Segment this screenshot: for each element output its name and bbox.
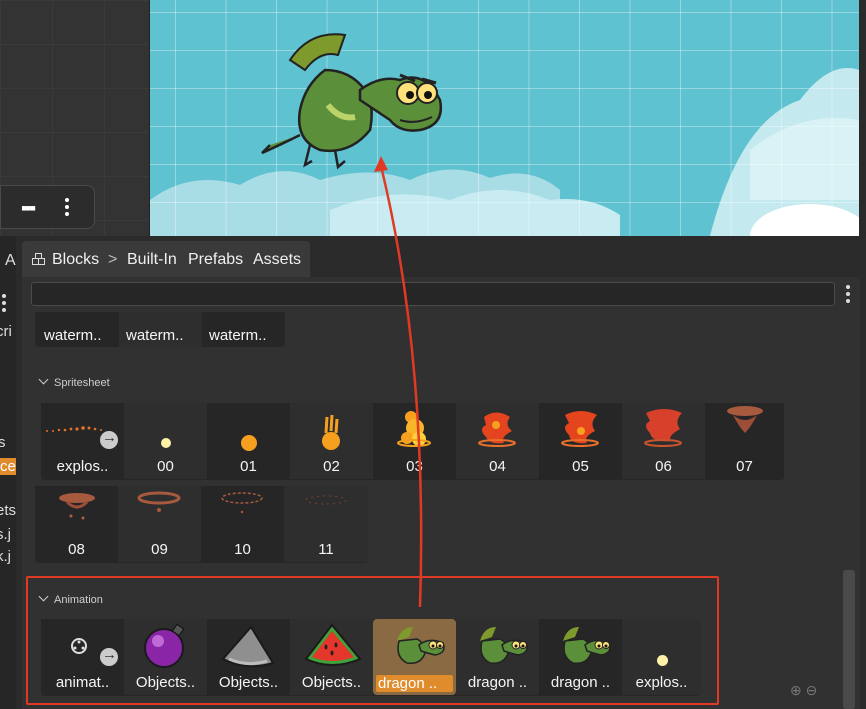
left-side-panel: A cri s ce ets s.j k.j (0, 236, 16, 709)
expand-arrow-icon[interactable] (100, 429, 118, 449)
chevron-down-icon (38, 374, 49, 385)
more-horizontal-icon[interactable]: ▪▪▪ (21, 198, 36, 219)
frame-thumb (241, 435, 257, 451)
spritesheet-tile[interactable]: 10 (201, 486, 284, 562)
frame-thumb (561, 411, 599, 447)
left-tab-label[interactable]: A (5, 252, 16, 270)
asset-label: 03 (406, 458, 423, 475)
blocks-grid-icon (32, 253, 49, 267)
asset-tab-bar: Blocks > Built-In Prefabs Assets (22, 241, 860, 277)
spritesheet-tile[interactable]: 07 (705, 403, 784, 479)
spritesheet-tile[interactable]: 08 (35, 486, 118, 562)
frame-thumb (397, 411, 431, 447)
asset-label: 08 (68, 541, 85, 558)
spritesheet-tile[interactable]: 09 (118, 486, 201, 562)
tab-built-in[interactable]: Built-In (127, 251, 177, 269)
frame-thumb (644, 409, 682, 447)
spritesheet-tile-explosion[interactable]: explos.. (41, 403, 124, 479)
section-header-spritesheet[interactable]: Spritesheet (38, 374, 110, 389)
spritesheet-tile[interactable]: 11 (284, 486, 368, 562)
watermelon-strip: waterm.. waterm.. waterm.. (35, 312, 285, 347)
scene-edge (859, 0, 866, 236)
truncated-label: k.j (0, 548, 11, 565)
frame-thumb (478, 412, 516, 447)
more-vertical-icon[interactable] (2, 294, 6, 315)
spritesheet-tile[interactable]: 04 (456, 403, 539, 479)
spritesheet-tile[interactable]: 06 (622, 403, 705, 479)
asset-tile[interactable]: waterm.. (39, 314, 119, 344)
frame-thumb (305, 495, 347, 505)
frame-thumb (727, 406, 763, 433)
more-vertical-icon[interactable] (846, 285, 850, 306)
zoom-controls: ⊕ ⊖ (790, 682, 817, 699)
scene-canvas[interactable] (150, 0, 859, 236)
asset-label: waterm.. (126, 327, 184, 344)
asset-label: 00 (157, 458, 174, 475)
truncated-label-selected[interactable]: ce (0, 458, 16, 475)
asset-label: 06 (655, 458, 672, 475)
truncated-label: cri (0, 323, 12, 340)
spritesheet-tile[interactable]: 02 (290, 403, 373, 479)
spritesheet-tile[interactable]: 05 (539, 403, 622, 479)
frame-thumb (59, 493, 95, 520)
zoom-out-icon[interactable]: ⊖ (806, 682, 818, 698)
asset-label: waterm.. (209, 327, 267, 344)
frame-thumb (322, 414, 340, 450)
frame-thumb (137, 491, 181, 512)
zoom-in-icon[interactable]: ⊕ (790, 682, 802, 698)
content-scrollbar[interactable] (843, 570, 855, 709)
asset-label: 10 (234, 541, 251, 558)
asset-label: explos.. (56, 458, 109, 475)
asset-tile[interactable]: waterm.. (119, 312, 202, 347)
annotation-highlight-box (26, 576, 719, 705)
tab-assets[interactable]: Assets (253, 251, 301, 269)
section-title: Spritesheet (54, 377, 110, 389)
asset-label: 04 (489, 458, 506, 475)
asset-label: 02 (323, 458, 340, 475)
asset-label: 09 (151, 541, 168, 558)
truncated-label: ets (0, 502, 16, 519)
frame-thumb (161, 438, 171, 448)
spritesheet-tile[interactable]: 01 (207, 403, 290, 479)
spritesheet-row-1: explos.. 00 01 02 03 04 05 06 (41, 403, 784, 480)
asset-label: 07 (736, 458, 753, 475)
asset-tile[interactable]: waterm.. (202, 314, 282, 344)
tab-blocks[interactable]: Blocks > Built-In Prefabs Assets (22, 241, 310, 277)
spritesheet-tile[interactable]: 03 (373, 403, 456, 479)
spritesheet-row-2: 08 09 10 11 (35, 486, 368, 563)
asset-label: 01 (240, 458, 257, 475)
search-input[interactable] (31, 282, 835, 306)
more-vertical-icon[interactable] (61, 196, 73, 220)
mini-toolbar: ▪▪▪ (0, 185, 95, 229)
chevron-right-icon: > (108, 251, 118, 268)
truncated-label: s.j (0, 526, 11, 543)
truncated-label: s (0, 434, 6, 451)
frame-thumb (221, 492, 263, 514)
asset-label: 05 (572, 458, 589, 475)
dragon-sprite[interactable] (250, 25, 450, 195)
asset-label: waterm.. (44, 327, 102, 344)
asset-label: 11 (318, 541, 334, 558)
tab-blocks-label[interactable]: Blocks (52, 251, 99, 269)
tab-prefabs[interactable]: Prefabs (188, 251, 243, 269)
spritesheet-tile[interactable]: 00 (124, 403, 207, 479)
